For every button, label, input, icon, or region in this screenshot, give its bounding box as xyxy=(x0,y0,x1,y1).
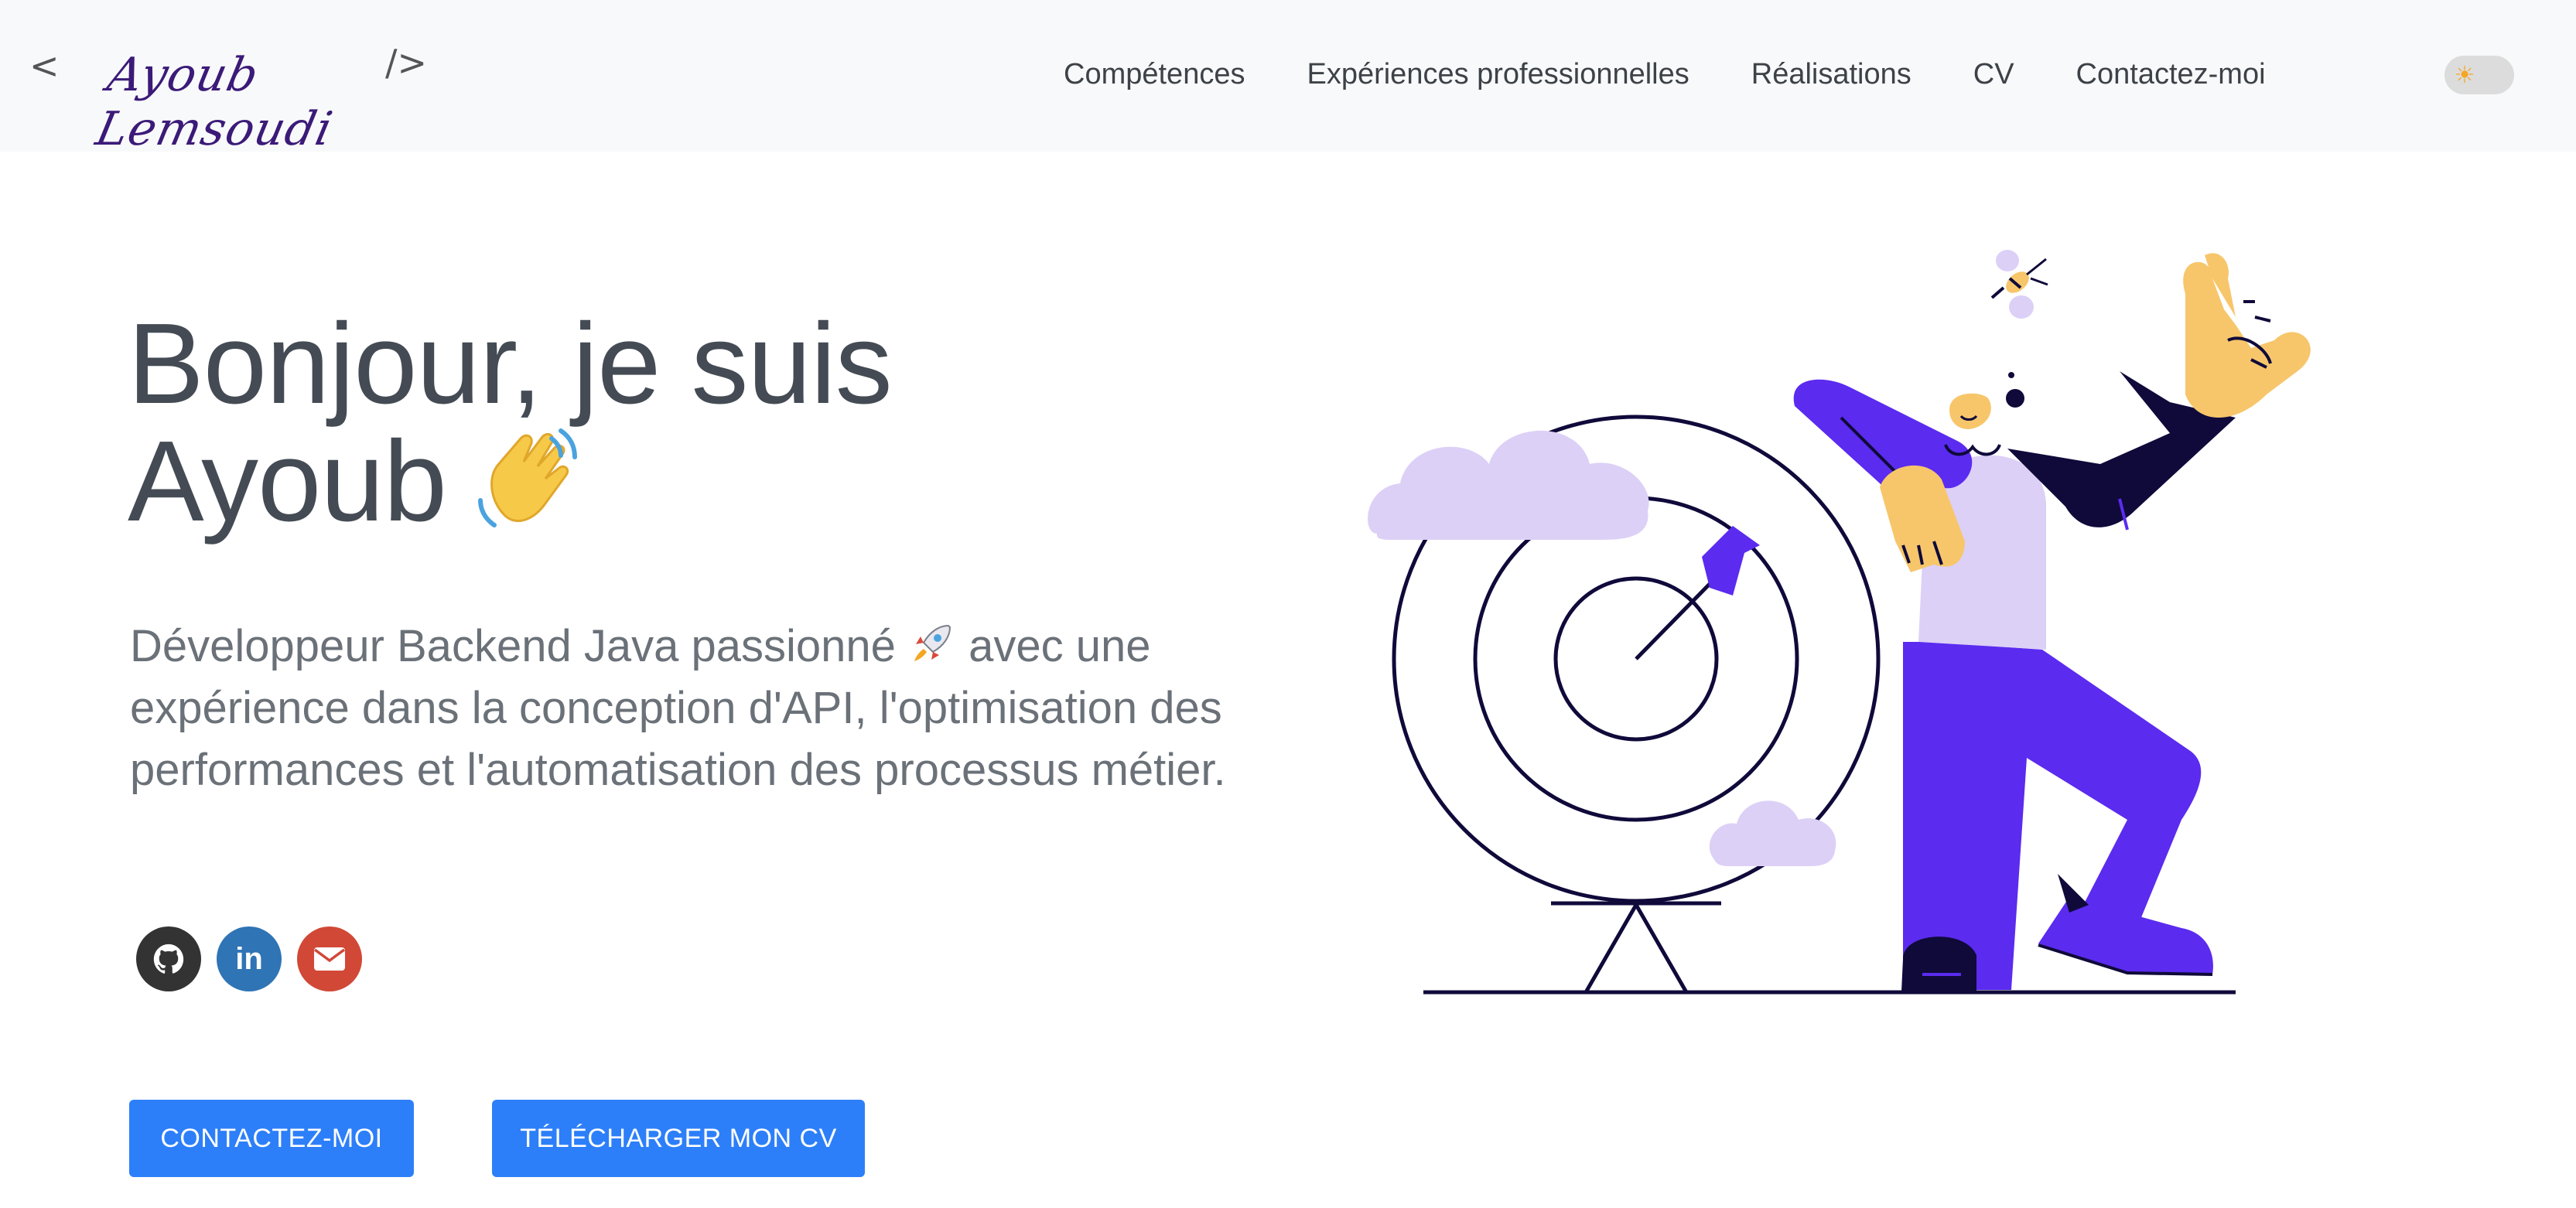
contact-me-button[interactable]: CONTACTEZ-MOI xyxy=(129,1100,414,1177)
social-links: in xyxy=(136,926,362,991)
nav-link-cv[interactable]: CV xyxy=(1973,58,2014,91)
navbar: < Ayoub Lemsoudi /> Compétences Expérien… xyxy=(0,0,2576,156)
hero-subtitle: Développeur Backend Java passionné avec … xyxy=(130,616,1228,801)
hero-title: Bonjour, je suis Ayoub xyxy=(128,305,1133,546)
linkedin-icon[interactable]: in xyxy=(217,926,282,991)
mail-icon[interactable] xyxy=(297,926,362,991)
main-nav: Compétences Expériences professionnelles… xyxy=(1064,51,2266,97)
logo-bracket-open: < xyxy=(29,45,60,87)
logo-bracket-close: /> xyxy=(385,42,428,84)
subtitle-text-1: Développeur Backend Java passionné xyxy=(130,621,896,671)
download-cv-button[interactable]: TÉLÉCHARGER MON CV xyxy=(492,1100,865,1177)
nav-link-competences[interactable]: Compétences xyxy=(1064,58,1245,91)
site-logo[interactable]: < Ayoub Lemsoudi /> xyxy=(29,31,432,156)
hero-illustration xyxy=(1346,232,2375,1005)
rocket-icon xyxy=(908,621,969,671)
hero-title-line2: Ayoub xyxy=(128,418,447,545)
waving-hand-icon xyxy=(474,423,581,546)
linkedin-label: in xyxy=(235,941,263,976)
nav-link-contact[interactable]: Contactez-moi xyxy=(2076,58,2266,91)
nav-link-experiences[interactable]: Expériences professionnelles xyxy=(1307,58,1689,91)
hero-title-line1: Bonjour, je suis xyxy=(128,300,893,428)
github-icon[interactable] xyxy=(136,926,201,991)
sun-icon: ☀ xyxy=(2454,62,2475,88)
nav-link-realisations[interactable]: Réalisations xyxy=(1751,58,1912,91)
theme-toggle[interactable]: ☀ xyxy=(2444,56,2514,94)
